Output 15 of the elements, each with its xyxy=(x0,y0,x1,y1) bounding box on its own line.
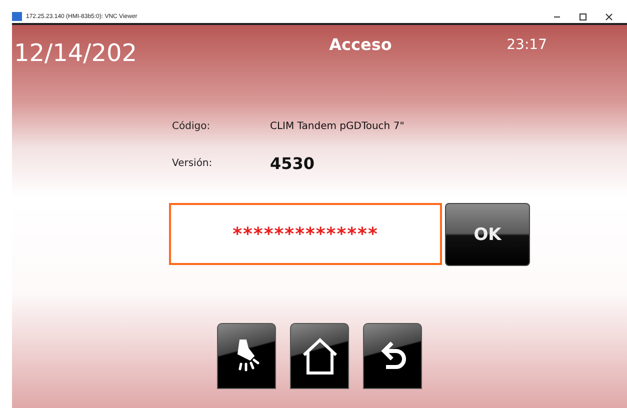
date: 12/14/202 xyxy=(14,39,138,67)
app-icon xyxy=(12,12,22,21)
password-field[interactable]: ************** xyxy=(169,203,442,265)
back-button[interactable] xyxy=(363,323,422,389)
info-label: Versión: xyxy=(172,158,214,169)
time: 23:17 xyxy=(506,37,547,53)
info-value: 4530 xyxy=(270,154,316,173)
maximize-icon[interactable] xyxy=(579,12,587,20)
info-value: CLIM Tandem pGDTouch 7" xyxy=(270,121,406,132)
ok-button[interactable]: OK xyxy=(445,203,530,266)
info-label: Código: xyxy=(172,121,212,132)
close-icon[interactable] xyxy=(605,12,613,20)
alarm-button[interactable] xyxy=(217,323,276,389)
screen-title: Acceso xyxy=(329,35,392,54)
home-button[interactable] xyxy=(290,323,349,389)
